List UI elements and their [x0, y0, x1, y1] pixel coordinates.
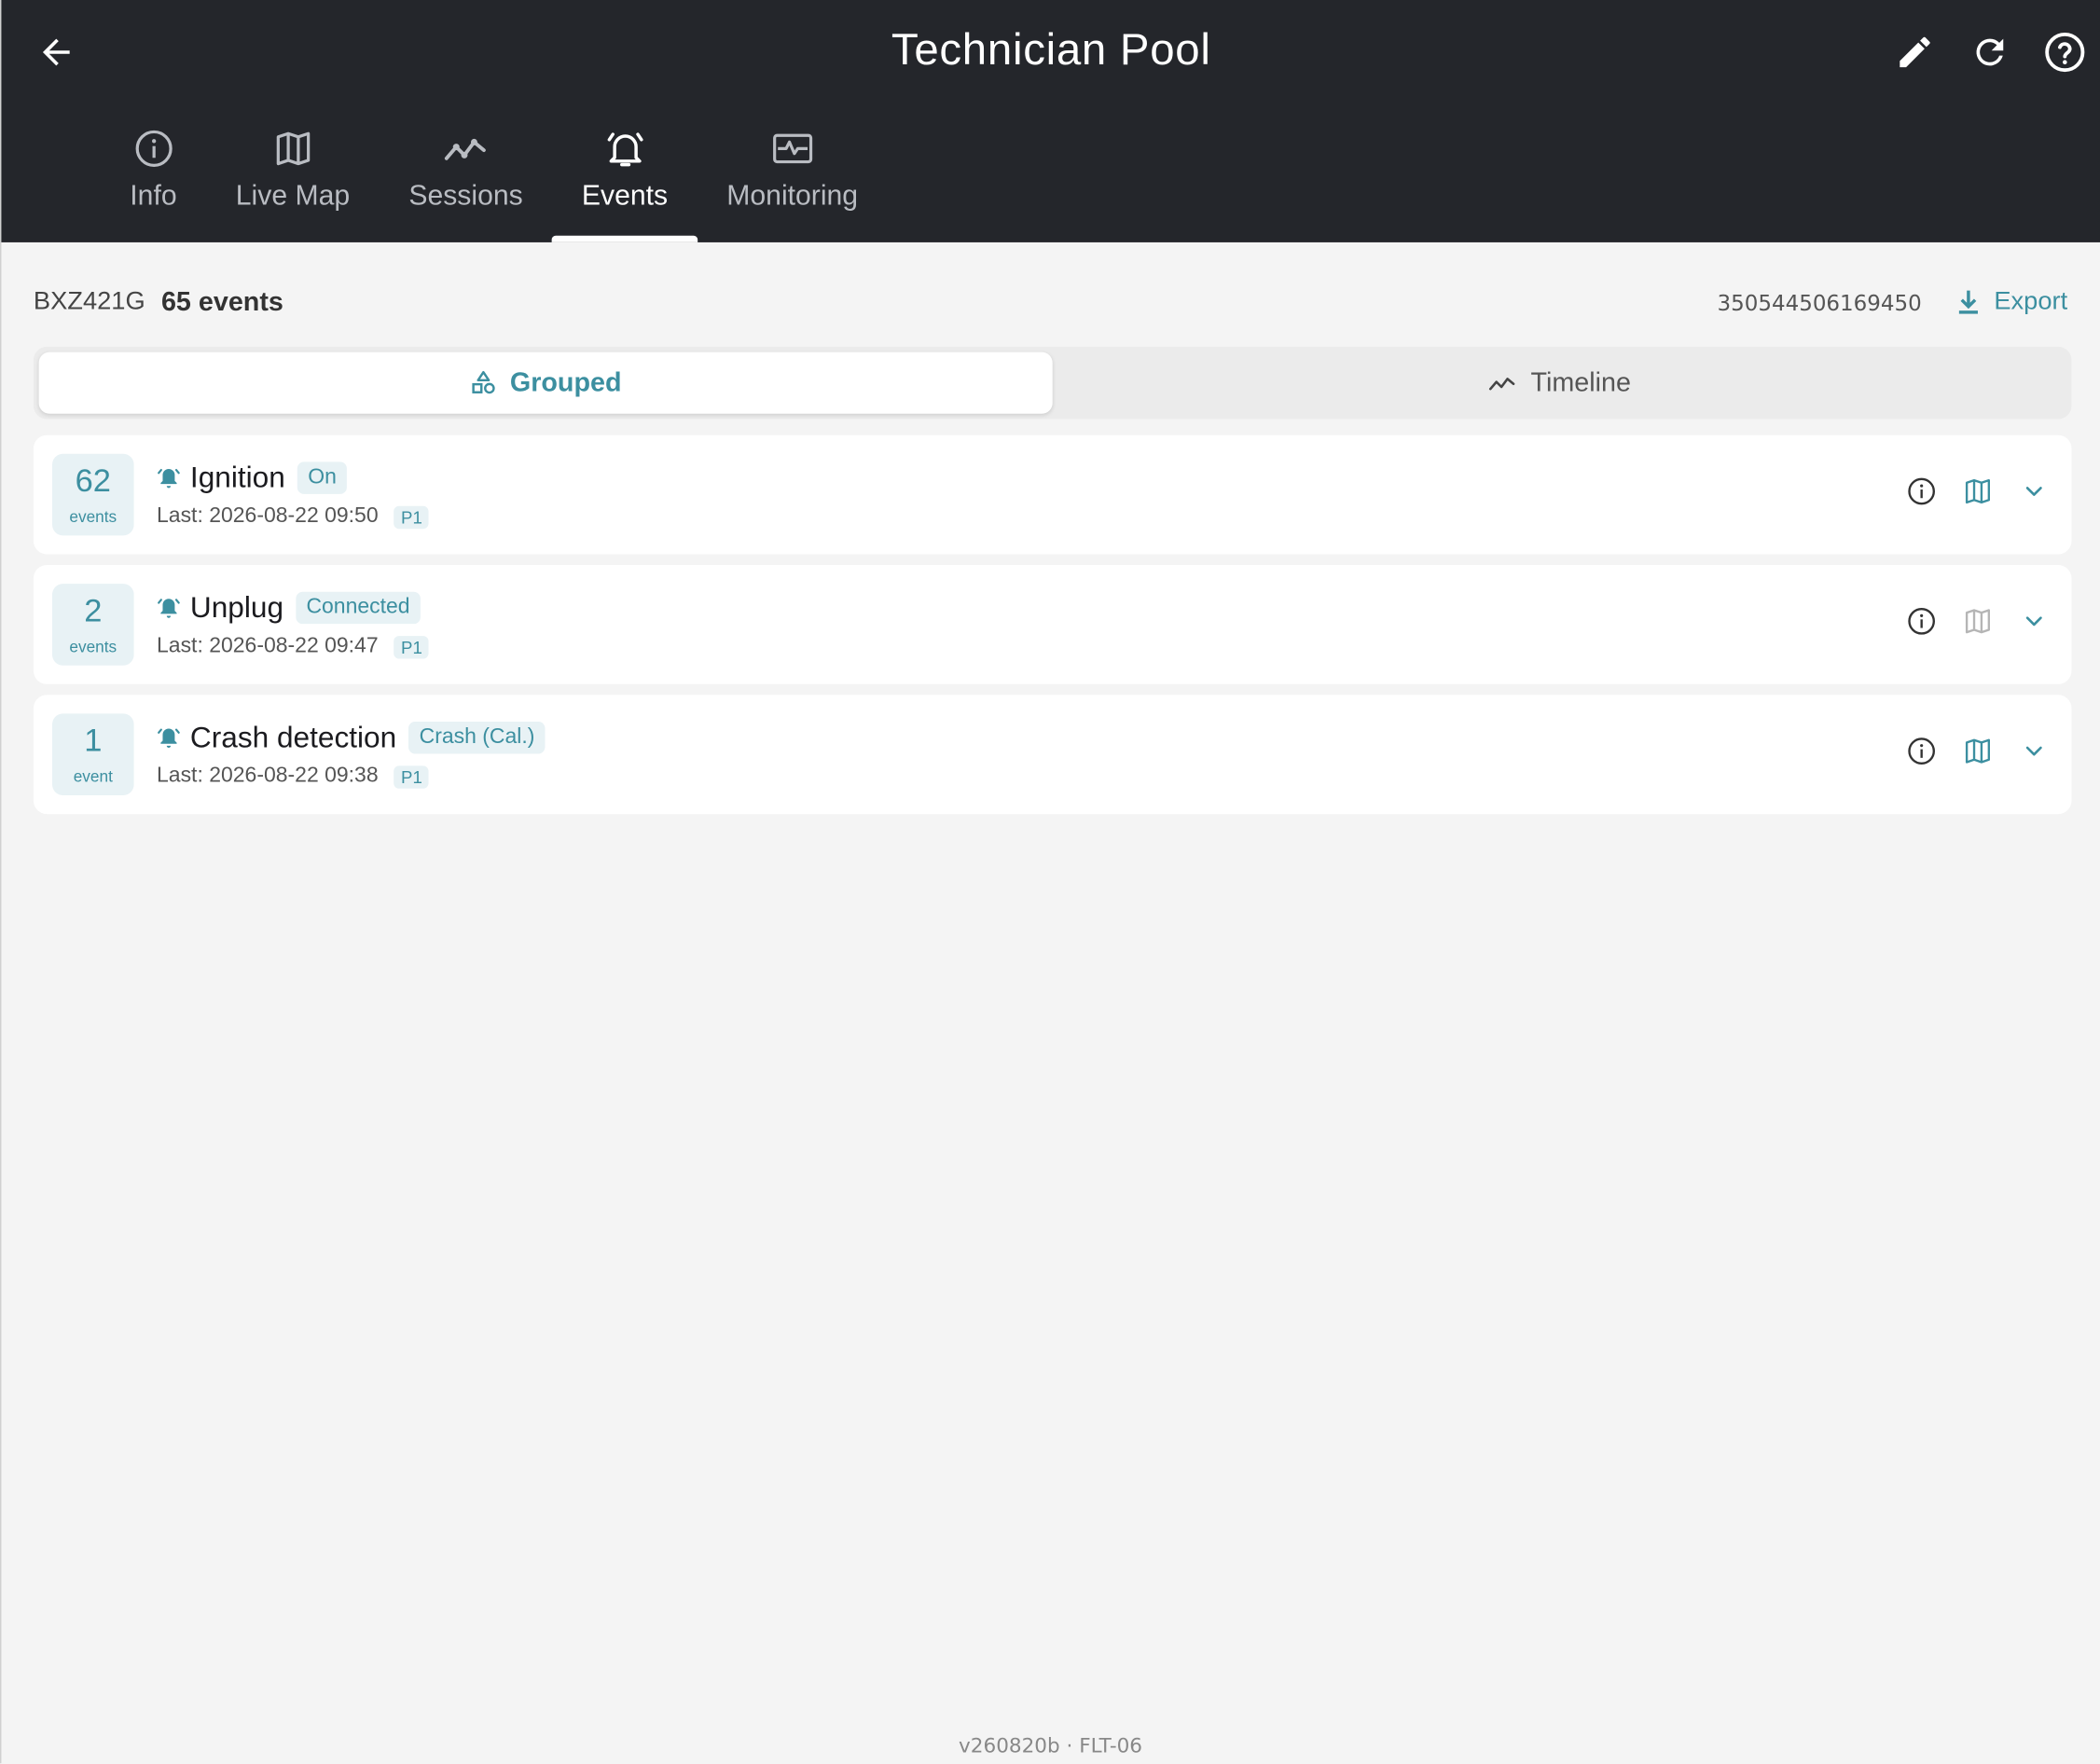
priority-chip: P1 [394, 635, 430, 658]
priority-chip: P1 [394, 505, 430, 529]
timeline-label: Timeline [1530, 367, 1631, 397]
details-button[interactable] [1905, 475, 1937, 507]
event-group-card[interactable]: 2 events Unplug Connected Last: 2026-08-… [33, 564, 2072, 684]
expand-button[interactable] [2018, 735, 2050, 766]
refresh-button[interactable] [1965, 27, 2016, 78]
event-state-chip: Crash (Cal.) [408, 722, 546, 754]
alarm-bell-icon [158, 599, 180, 618]
tab-monitoring-label: Monitoring [726, 180, 859, 212]
view-toggle: Grouped Timeline [33, 346, 2072, 420]
info-icon [1908, 477, 1936, 505]
event-state-chip: Connected [295, 591, 421, 625]
events-total: 65 events [160, 287, 283, 317]
map-icon [276, 131, 310, 166]
bell-icon [607, 132, 642, 167]
header-actions [1889, 27, 2090, 78]
show-on-map-button-disabled [1962, 605, 1994, 637]
show-on-map-button[interactable] [1962, 735, 1994, 766]
grouped-view-button[interactable]: Grouped [38, 351, 1053, 414]
last-event-time: Last: 2026-08-22 09:47 [157, 634, 379, 658]
tab-info-label: Info [130, 180, 177, 212]
last-event-time: Last: 2026-08-22 09:38 [157, 764, 379, 788]
event-count-unit: events [69, 636, 117, 655]
tab-bar: Info Live Map Sessions Events Monitoring [101, 117, 888, 242]
tab-live-map[interactable]: Live Map [206, 117, 380, 242]
info-icon [1908, 737, 1936, 765]
help-icon [2045, 32, 2085, 73]
tab-info[interactable]: Info [101, 117, 206, 242]
vehicle-id: BXZ421G [33, 287, 145, 316]
tab-sessions-label: Sessions [408, 180, 523, 212]
help-button[interactable] [2039, 27, 2091, 78]
tab-events-label: Events [581, 180, 669, 212]
alarm-bell-icon [158, 468, 180, 489]
last-event-time: Last: 2026-08-22 09:50 [157, 504, 379, 528]
event-name: Crash detection [189, 720, 397, 754]
expand-button[interactable] [2018, 475, 2050, 507]
event-count-badge: 2 events [52, 584, 134, 666]
event-group-card[interactable]: 1 event Crash detection Crash (Cal.) Las… [33, 695, 2072, 815]
event-count-unit: events [69, 506, 117, 526]
chevron-down-icon [2025, 746, 2042, 756]
tab-sessions[interactable]: Sessions [380, 117, 553, 242]
priority-chip: P1 [394, 765, 430, 789]
chevron-down-icon [2025, 616, 2042, 627]
event-count-badge: 62 events [52, 453, 134, 536]
download-icon [1958, 290, 1979, 314]
page-title: Technician Pool [891, 23, 1211, 74]
event-count-badge: 1 event [52, 713, 134, 795]
events-subheader: BXZ421G 65 events 350544506169450 Export [34, 283, 2067, 321]
grouped-label: Grouped [509, 367, 622, 397]
alarm-bell-icon [158, 728, 180, 749]
app-header: Technician Pool Info Live Map Sessions E… [1, 0, 2100, 242]
event-group-card[interactable]: 62 events Ignition On Last: 2026-08-22 0… [33, 434, 2072, 555]
details-button[interactable] [1905, 735, 1937, 766]
event-state-chip: On [297, 462, 348, 494]
details-button[interactable] [1905, 605, 1937, 637]
show-on-map-button[interactable] [1962, 475, 1994, 507]
tab-monitoring[interactable]: Monitoring [698, 117, 888, 242]
event-name: Ignition [189, 460, 285, 494]
map-icon [1965, 478, 1991, 504]
tab-live-map-label: Live Map [235, 180, 351, 212]
info-icon [134, 130, 173, 167]
chevron-down-icon [2025, 487, 2042, 496]
monitor-icon [772, 133, 812, 164]
shapes-icon [472, 370, 495, 394]
export-label: Export [1994, 287, 2068, 316]
timeline-view-button[interactable]: Timeline [1053, 352, 2066, 414]
expand-button[interactable] [2018, 605, 2050, 637]
trend-icon [1489, 378, 1515, 391]
version-footer: v260820b · FLT-06 [959, 1733, 1143, 1758]
map-icon [1965, 609, 1991, 634]
trend-icon [444, 138, 486, 160]
edit-button[interactable] [1889, 27, 1941, 78]
map-icon [1965, 738, 1991, 764]
device-serial: 350544506169450 [1717, 289, 1922, 316]
refresh-icon [1976, 38, 2004, 66]
event-count: 1 [84, 722, 103, 759]
tab-events[interactable]: Events [552, 117, 698, 242]
edit-icon [1900, 36, 1930, 68]
info-icon [1908, 607, 1936, 635]
event-count-unit: event [73, 766, 113, 786]
event-name: Unplug [189, 590, 284, 625]
export-button[interactable]: Export [1956, 288, 2067, 318]
event-count: 62 [75, 462, 111, 499]
event-count: 2 [84, 592, 103, 629]
page: Technician Pool Info Live Map Sessions E… [0, 0, 2100, 1764]
